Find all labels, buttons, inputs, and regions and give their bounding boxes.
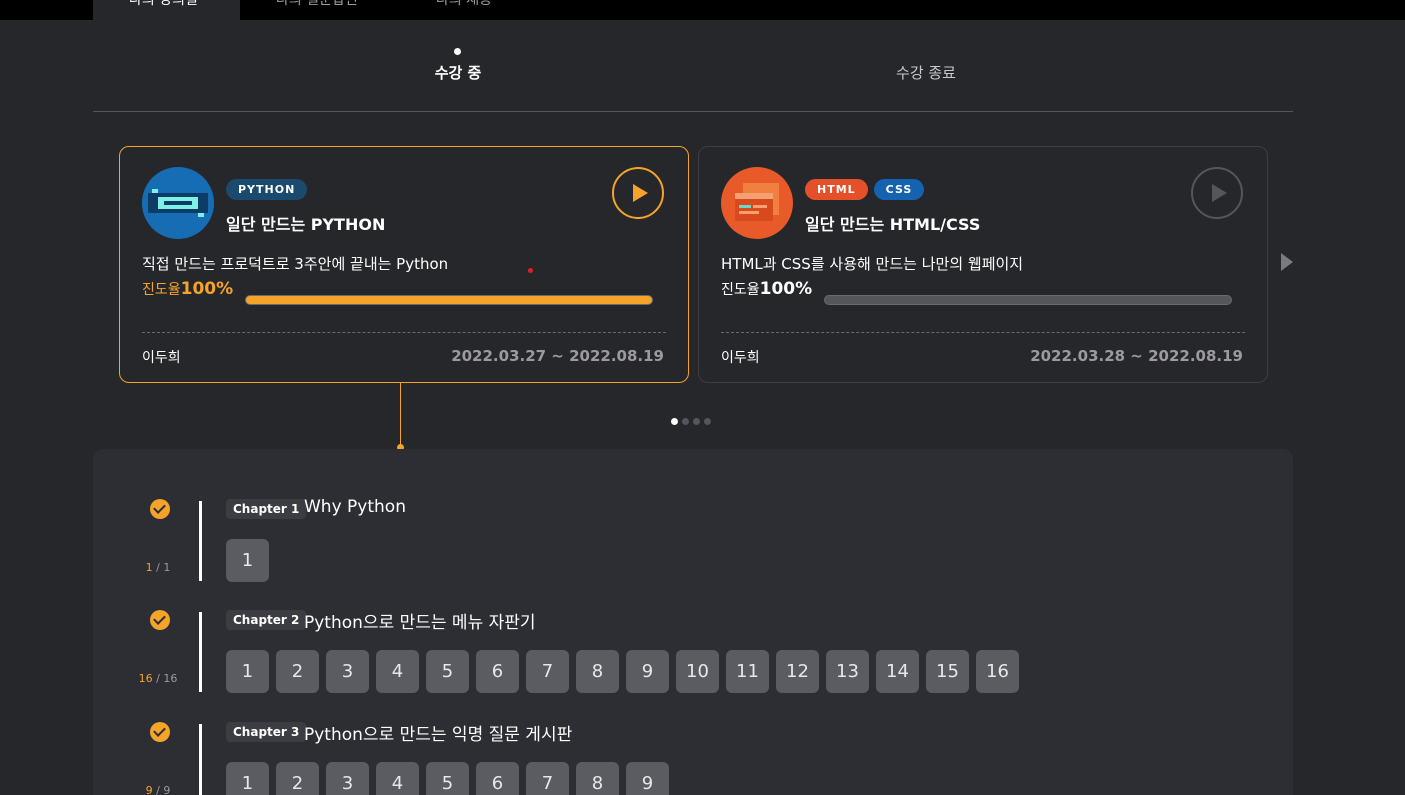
- chapter-row: 9 / 9 Chapter 3 Python으로 만드는 익명 질문 게시판 1…: [93, 722, 1293, 795]
- chapter-title: Python으로 만드는 메뉴 자판기: [304, 613, 536, 633]
- carousel-pager: [671, 418, 711, 425]
- progress-label: 진도율100%: [142, 279, 234, 299]
- play-button[interactable]: [612, 167, 664, 219]
- html-css-course-icon: [721, 167, 793, 239]
- lesson-button[interactable]: 1: [226, 762, 269, 795]
- progress-bar-fill: [825, 296, 1231, 304]
- tab-in-progress[interactable]: 수강 중: [398, 62, 518, 83]
- active-tab-indicator: [454, 48, 461, 55]
- lesson-button[interactable]: 15: [926, 650, 969, 693]
- progress-label: 진도율100%: [721, 279, 813, 299]
- lesson-button[interactable]: 2: [276, 650, 319, 693]
- lesson-button[interactable]: 10: [676, 650, 719, 693]
- check-icon: [150, 499, 170, 519]
- chapter-vertical-line: [199, 724, 202, 795]
- pager-dot[interactable]: [693, 418, 700, 425]
- lesson-button[interactable]: 5: [426, 762, 469, 795]
- course-title: 일단 만드는 PYTHON: [226, 215, 386, 234]
- progress-value: 100%: [180, 279, 234, 299]
- lesson-button[interactable]: 4: [376, 650, 419, 693]
- chapter-progress-count: 9 / 9: [145, 784, 171, 795]
- chapter-badge: Chapter 3: [226, 722, 307, 742]
- lesson-button[interactable]: 6: [476, 762, 519, 795]
- course-description: HTML과 CSS를 사용해 만드는 나만의 웹페이지: [721, 255, 1024, 273]
- lesson-button[interactable]: 11: [726, 650, 769, 693]
- lesson-button[interactable]: 13: [826, 650, 869, 693]
- chapter-badge: Chapter 1: [226, 499, 307, 519]
- course-title: 일단 만드는 HTML/CSS: [805, 215, 981, 234]
- lesson-button[interactable]: 2: [276, 762, 319, 795]
- pager-dot[interactable]: [682, 418, 689, 425]
- tab-my-qna[interactable]: 나의 질문답변: [240, 0, 394, 20]
- lesson-button[interactable]: 3: [326, 650, 369, 693]
- chapter-row: 16 / 16 Chapter 2 Python으로 만드는 메뉴 자판기 12…: [93, 610, 1293, 710]
- tag-css: CSS: [873, 179, 925, 200]
- check-icon: [150, 610, 170, 630]
- course-description: 직접 만드는 프로덕트로 3주안에 끝내는 Python: [142, 255, 449, 273]
- lesson-button[interactable]: 5: [426, 650, 469, 693]
- lesson-list: 123456789: [226, 762, 669, 795]
- progress-bar: [824, 295, 1232, 305]
- chapter-vertical-line: [199, 612, 202, 692]
- progress-bar: [245, 295, 653, 305]
- tab-finished[interactable]: 수강 종료: [866, 62, 986, 83]
- course-period: 2022.03.28 ~ 2022.08.19: [1030, 347, 1243, 365]
- lesson-button[interactable]: 7: [526, 650, 569, 693]
- lesson-button[interactable]: 9: [626, 762, 669, 795]
- top-nav-bar: 나의 강의실 나의 질문답변 나의 채용: [0, 0, 1405, 20]
- play-icon: [1212, 184, 1227, 202]
- play-icon: [633, 184, 648, 202]
- lesson-button[interactable]: 1: [226, 539, 269, 582]
- lesson-button[interactable]: 7: [526, 762, 569, 795]
- chapter-title: Why Python: [304, 497, 406, 517]
- tab-my-classroom[interactable]: 나의 강의실: [93, 0, 240, 20]
- chapter-title: Python으로 만드는 익명 질문 게시판: [304, 725, 573, 745]
- course-tags: PYTHON: [226, 179, 308, 200]
- course-period: 2022.03.27 ~ 2022.08.19: [451, 347, 664, 365]
- card-divider: [721, 332, 1245, 333]
- cursor-dot: [528, 268, 533, 273]
- lesson-button[interactable]: 14: [876, 650, 919, 693]
- pager-dot[interactable]: [671, 418, 678, 425]
- lesson-button[interactable]: 3: [326, 762, 369, 795]
- instructor-name: 이두희: [142, 350, 181, 366]
- card-connector-line: [400, 383, 401, 445]
- progress-bar-fill: [246, 296, 652, 304]
- chapter-vertical-line: [199, 501, 202, 581]
- tab-my-jobs[interactable]: 나의 채용: [400, 0, 528, 20]
- tag-python: PYTHON: [226, 179, 308, 200]
- card-divider: [142, 332, 666, 333]
- check-icon: [150, 722, 170, 742]
- course-card-python[interactable]: PYTHON 일단 만드는 PYTHON 직접 만드는 프로덕트로 3주안에 끝…: [119, 146, 689, 383]
- instructor-name: 이두희: [721, 350, 760, 366]
- course-tags: HTML CSS: [805, 179, 925, 200]
- carousel-next-icon[interactable]: [1281, 253, 1293, 271]
- tag-html: HTML: [805, 179, 868, 200]
- lesson-list: 1 2 3 4 5 6 7 8 9 10 11 12 13 14 15 16: [226, 650, 1019, 693]
- chapter-progress-count: 16 / 16: [138, 672, 178, 685]
- chapter-badge: Chapter 2: [226, 610, 307, 630]
- progress-value: 100%: [759, 279, 813, 299]
- lesson-button[interactable]: 16: [976, 650, 1019, 693]
- chapter-row: 1 / 1 Chapter 1 Why Python 1: [93, 497, 1293, 599]
- course-status-tabs: 수강 중 수강 종료: [93, 40, 1293, 112]
- lesson-list: 1: [226, 539, 269, 582]
- lesson-button[interactable]: 9: [626, 650, 669, 693]
- lesson-button[interactable]: 8: [576, 650, 619, 693]
- chapter-panel: 1 / 1 Chapter 1 Why Python 1 16 / 16 Cha…: [93, 449, 1293, 795]
- lesson-button[interactable]: 4: [376, 762, 419, 795]
- lesson-button[interactable]: 1: [226, 650, 269, 693]
- lesson-button[interactable]: 8: [576, 762, 619, 795]
- course-card-html-css[interactable]: HTML CSS 일단 만드는 HTML/CSS HTML과 CSS를 사용해 …: [698, 146, 1268, 383]
- python-course-icon: [142, 167, 214, 239]
- play-button[interactable]: [1191, 167, 1243, 219]
- lesson-button[interactable]: 12: [776, 650, 819, 693]
- pager-dot[interactable]: [704, 418, 711, 425]
- chapter-progress-count: 1 / 1: [145, 561, 171, 574]
- lesson-button[interactable]: 6: [476, 650, 519, 693]
